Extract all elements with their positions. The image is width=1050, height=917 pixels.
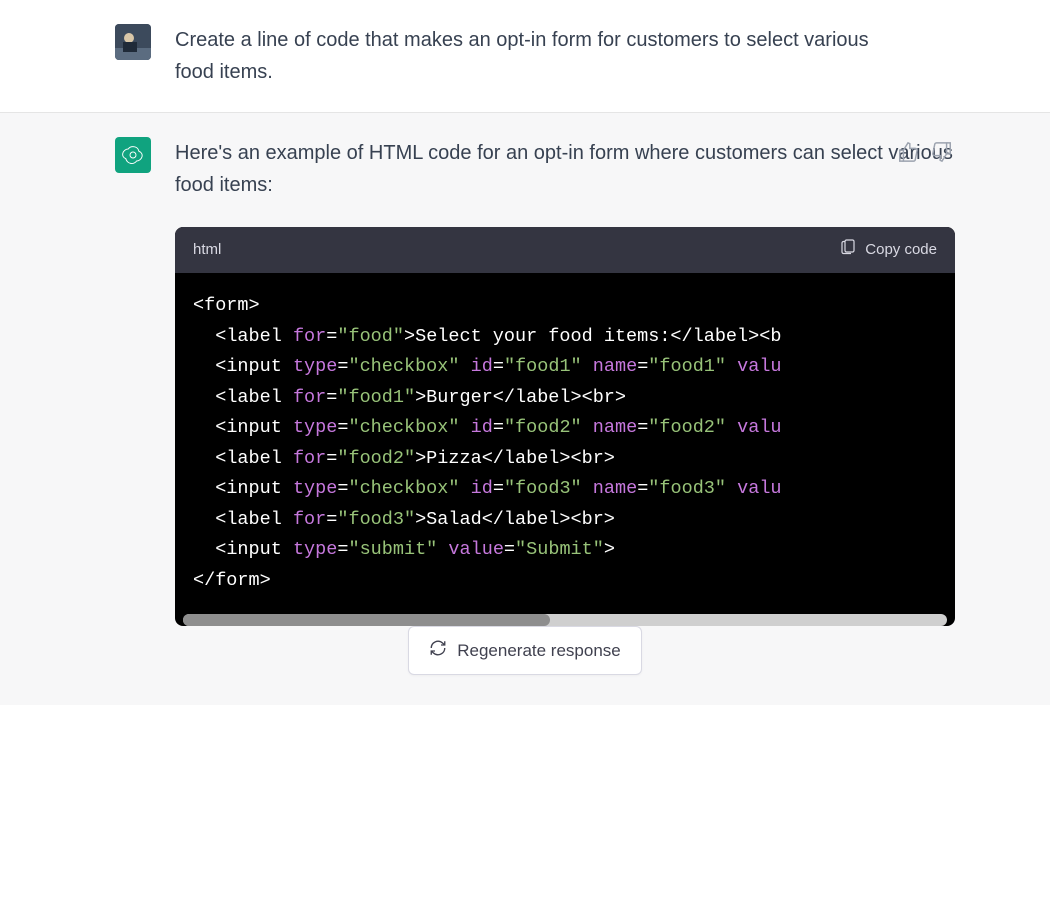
thumbs-down-button[interactable] <box>931 141 953 168</box>
code-scrollbar-thumb[interactable] <box>183 614 550 626</box>
thumbs-up-button[interactable] <box>897 141 919 168</box>
code-horizontal-scrollbar[interactable] <box>183 614 947 626</box>
assistant-avatar <box>115 137 151 173</box>
copy-code-button[interactable]: Copy code <box>839 237 937 263</box>
user-message-row: Create a line of code that makes an opt-… <box>0 0 1050 112</box>
code-line: <label for="food">Select your food items… <box>193 322 937 353</box>
code-language-label: html <box>193 238 221 262</box>
code-header: html Copy code <box>175 227 955 273</box>
refresh-icon <box>429 639 447 662</box>
code-line: <input type="checkbox" id="food2" name="… <box>193 413 937 444</box>
assistant-message-text: Here's an example of HTML code for an op… <box>175 137 955 201</box>
copy-code-label: Copy code <box>865 238 937 262</box>
code-line: <label for="food2">Pizza</label><br> <box>193 444 937 475</box>
code-line: <label for="food3">Salad</label><br> <box>193 505 937 536</box>
clipboard-icon <box>839 237 857 263</box>
code-line: <input type="checkbox" id="food3" name="… <box>193 474 937 505</box>
code-block: html Copy code <form> <label for="food">… <box>175 227 955 626</box>
assistant-message-row: Here's an example of HTML code for an op… <box>0 112 1050 650</box>
code-line: <input type="submit" value="Submit"> <box>193 535 937 566</box>
code-body[interactable]: <form> <label for="food">Select your foo… <box>175 273 955 614</box>
code-line: </form> <box>193 566 937 597</box>
user-message-text: Create a line of code that makes an opt-… <box>175 24 935 88</box>
user-avatar <box>115 24 151 60</box>
code-line: <form> <box>193 291 937 322</box>
code-line: <label for="food1">Burger</label><br> <box>193 383 937 414</box>
regenerate-label: Regenerate response <box>457 641 621 661</box>
feedback-buttons <box>897 141 953 168</box>
code-line: <input type="checkbox" id="food1" name="… <box>193 352 937 383</box>
regenerate-response-button[interactable]: Regenerate response <box>408 626 642 675</box>
